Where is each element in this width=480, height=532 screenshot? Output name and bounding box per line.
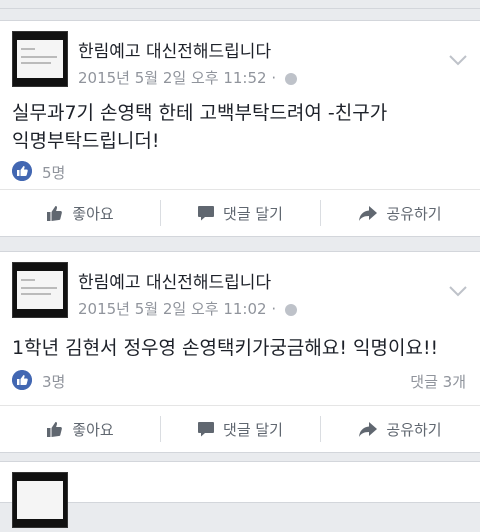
page-avatar[interactable] [12, 472, 68, 528]
thumbs-up-icon [47, 422, 63, 437]
like-count[interactable]: 5명 [42, 162, 65, 183]
feed-post [0, 461, 480, 528]
reaction-summary[interactable]: 3명 댓글 3개 [12, 370, 468, 392]
page-name[interactable]: 한림예고 대신전해드립니다 [78, 37, 271, 62]
globe-icon [284, 72, 297, 85]
feed-post: 한림예고 대신전해드립니다 2015년 5월 2일 오후 11:52 · 실무과… [0, 20, 480, 237]
page-name[interactable]: 한림예고 대신전해드립니다 [78, 268, 271, 293]
post-header [12, 472, 480, 532]
like-button[interactable]: 좋아요 [0, 190, 160, 236]
feed-post: 한림예고 대신전해드립니다 2015년 5월 2일 오후 11:02 · 1학년… [0, 251, 480, 453]
post-body: 1학년 김현서 정우영 손영택키가궁금해요! 익명이요!! [12, 334, 468, 362]
thumbs-up-icon [12, 370, 32, 390]
post-timestamp[interactable]: 2015년 5월 2일 오후 11:02 [78, 300, 267, 318]
post-actions: 좋아요 댓글 달기 공유하기 [0, 405, 480, 452]
globe-icon [284, 303, 297, 316]
like-button-label: 좋아요 [72, 420, 114, 439]
share-button-label: 공유하기 [386, 204, 442, 223]
reaction-summary[interactable]: 5명 [12, 161, 468, 183]
share-arrow-icon [359, 422, 378, 437]
post-header: 한림예고 대신전해드립니다 2015년 5월 2일 오후 11:02 · [12, 262, 480, 322]
like-button[interactable]: 좋아요 [0, 406, 160, 452]
post-body-line: 1학년 김현서 정우영 손영택키가궁금해요! 익명이요!! [12, 337, 439, 359]
like-count[interactable]: 3명 [42, 371, 65, 392]
thumbs-up-icon [47, 206, 63, 221]
feed-top-gap [0, 0, 480, 9]
thumbs-up-icon [12, 161, 32, 181]
page-avatar[interactable] [12, 262, 68, 318]
like-button-label: 좋아요 [72, 204, 114, 223]
post-body-line: 익명부탁드립니더! [12, 130, 160, 152]
comment-button-label: 댓글 달기 [223, 204, 283, 223]
chevron-down-icon[interactable] [448, 284, 468, 298]
post-body: 실무과7기 손영택 한테 고백부탁드려여 -친구가 익명부탁드립니더! [12, 99, 468, 155]
share-button[interactable]: 공유하기 [320, 190, 480, 236]
post-meta: 2015년 5월 2일 오후 11:02 · [78, 298, 297, 319]
post-meta: 2015년 5월 2일 오후 11:52 · [78, 67, 297, 88]
chevron-down-icon[interactable] [448, 53, 468, 67]
post-timestamp[interactable]: 2015년 5월 2일 오후 11:52 [78, 69, 267, 87]
comment-count[interactable]: 댓글 3개 [410, 371, 466, 392]
comment-button[interactable]: 댓글 달기 [160, 406, 320, 452]
speech-bubble-icon [198, 422, 215, 437]
post-header: 한림예고 대신전해드립니다 2015년 5월 2일 오후 11:52 · [12, 31, 480, 91]
comment-button[interactable]: 댓글 달기 [160, 190, 320, 236]
post-actions: 좋아요 댓글 달기 공유하기 [0, 189, 480, 236]
share-button-label: 공유하기 [386, 420, 442, 439]
comment-button-label: 댓글 달기 [223, 420, 283, 439]
speech-bubble-icon [198, 206, 215, 221]
share-arrow-icon [359, 206, 378, 221]
post-body-line: 실무과7기 손영택 한테 고백부탁드려여 -친구가 [12, 102, 388, 124]
share-button[interactable]: 공유하기 [320, 406, 480, 452]
page-avatar[interactable] [12, 31, 68, 87]
